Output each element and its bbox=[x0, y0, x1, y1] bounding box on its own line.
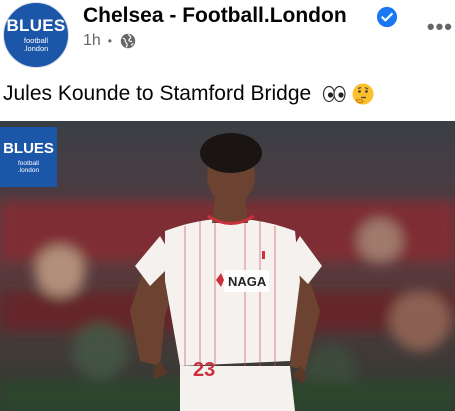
meta-separator: • bbox=[107, 34, 112, 48]
shirt-number-text: 23 bbox=[193, 359, 215, 381]
globe-icon[interactable] bbox=[119, 32, 137, 50]
post-text: Jules Kounde to Stamford Bridge bbox=[3, 82, 375, 106]
post-timestamp[interactable]: 1h bbox=[83, 32, 101, 50]
verified-badge-icon bbox=[376, 6, 398, 28]
more-options-icon[interactable]: ••• bbox=[427, 14, 453, 40]
photo-badge-title: BLUES bbox=[3, 139, 54, 157]
avatar-subtitle: football .london bbox=[23, 36, 49, 53]
post-header: BLUES football .london Chelsea - Football… bbox=[0, 0, 455, 72]
thinking-face-emoji-icon bbox=[352, 83, 374, 105]
post-photo[interactable]: NAGA 23 BLUES football .london bbox=[0, 121, 455, 411]
photo-watermark-badge: BLUES football .london bbox=[0, 127, 57, 187]
avatar-title: BLUES bbox=[6, 16, 66, 35]
player-photo-image: NAGA 23 bbox=[0, 121, 455, 411]
photo-badge-subtitle: football .london bbox=[17, 159, 40, 174]
post-message: Jules Kounde to Stamford Bridge bbox=[3, 82, 312, 105]
page-avatar[interactable]: BLUES football .london bbox=[3, 2, 69, 68]
post-meta: 1h • bbox=[83, 32, 137, 50]
shirt-sponsor-text: NAGA bbox=[228, 274, 267, 289]
page-name-link[interactable]: Chelsea - Football.London bbox=[83, 4, 347, 28]
eyes-emoji-icon bbox=[323, 85, 346, 103]
